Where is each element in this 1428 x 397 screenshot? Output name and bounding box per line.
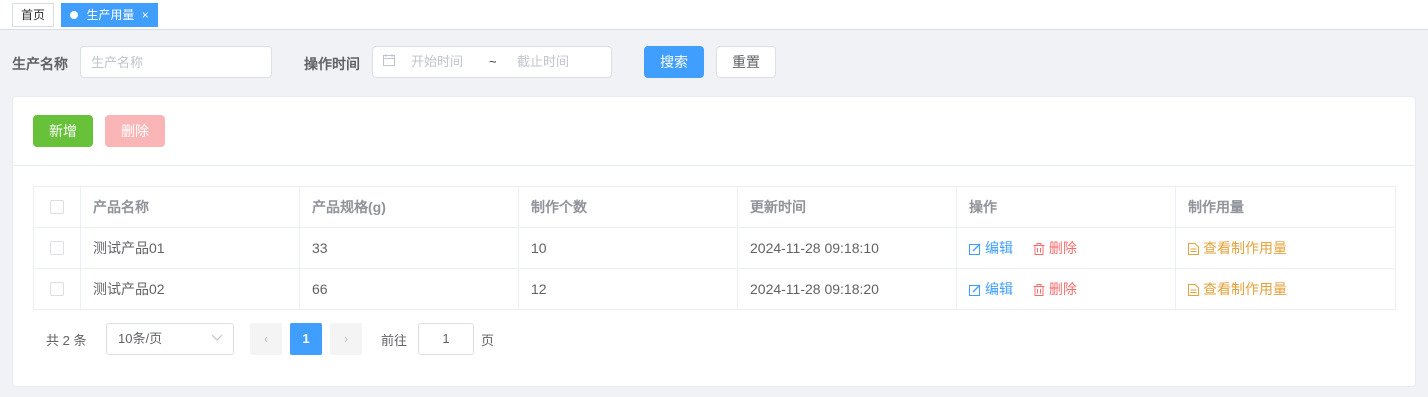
range-separator: ~ xyxy=(489,54,497,69)
goto-page-input[interactable]: 1 xyxy=(418,323,474,355)
tag-home-label: 首页 xyxy=(21,8,46,22)
edit-label: 编辑 xyxy=(985,281,1013,297)
row-select-cell xyxy=(34,228,81,268)
reset-button[interactable]: 重置 xyxy=(716,46,776,78)
add-button[interactable]: 新增 xyxy=(33,115,93,147)
tag-home[interactable]: 首页 xyxy=(12,3,55,27)
tag-production-usage[interactable]: 生产用量 × xyxy=(61,3,158,27)
view-usage-label: 查看制作用量 xyxy=(1203,240,1287,256)
active-dot-icon xyxy=(70,11,78,19)
trash-icon xyxy=(1033,243,1045,255)
header-product-spec: 产品规格(g) xyxy=(300,187,519,227)
row-checkbox[interactable] xyxy=(50,282,64,296)
time-label: 操作时间 xyxy=(304,56,360,72)
search-button[interactable]: 搜索 xyxy=(644,46,704,78)
calendar-icon xyxy=(383,47,395,77)
header-usage: 制作用量 xyxy=(1188,199,1244,215)
edit-link[interactable]: 编辑 xyxy=(969,240,1017,256)
edit-icon xyxy=(969,243,981,255)
tags-view-bar: 首页 生产用量 × xyxy=(0,0,1428,30)
table-row: 测试产品01 33 10 2024-11-28 09:18:10 编辑 删除 查… xyxy=(34,228,1395,269)
cell-actions: 编辑 删除 xyxy=(957,269,1176,309)
name-input[interactable] xyxy=(81,47,271,77)
start-time-input[interactable]: 开始时间 xyxy=(411,47,463,77)
cell-product-name: 测试产品02 xyxy=(81,269,300,309)
select-all-cell xyxy=(34,187,81,227)
close-icon[interactable]: × xyxy=(142,8,149,22)
cell-actions: 编辑 删除 xyxy=(957,228,1176,268)
cell-usage: 查看制作用量 xyxy=(1176,269,1395,309)
page-suffix: 页 xyxy=(481,333,495,348)
next-page-button[interactable]: › xyxy=(330,323,362,355)
header-updated: 更新时间 xyxy=(738,187,957,227)
cell-product-spec: 33 xyxy=(300,228,519,268)
delete-link[interactable]: 删除 xyxy=(1033,281,1077,297)
view-usage-link[interactable]: 查看制作用量 xyxy=(1188,281,1287,297)
pagination-total: 共 2 条 xyxy=(46,333,87,348)
page-size-value: 10条/页 xyxy=(118,331,163,346)
cell-count: 10 xyxy=(519,228,738,268)
cell-usage: 查看制作用量 xyxy=(1176,228,1395,268)
date-range-picker[interactable]: 开始时间 ~ 截止时间 xyxy=(372,46,612,78)
table-row: 测试产品02 66 12 2024-11-28 09:18:20 编辑 删除 查… xyxy=(34,269,1395,310)
tag-active-label: 生产用量 xyxy=(86,8,135,22)
edit-icon xyxy=(969,284,981,296)
row-checkbox[interactable] xyxy=(50,241,64,255)
delete-label: 删除 xyxy=(1048,281,1077,297)
goto-label: 前往 xyxy=(381,333,408,348)
view-usage-label: 查看制作用量 xyxy=(1203,281,1287,297)
data-table: 产品名称 产品规格(g) 制作个数 更新时间 操作 制作用量 测试产品01 33… xyxy=(33,186,1396,310)
document-icon xyxy=(1188,284,1199,296)
edit-link[interactable]: 编辑 xyxy=(969,281,1017,297)
trash-icon xyxy=(1033,284,1045,296)
view-usage-link[interactable]: 查看制作用量 xyxy=(1188,240,1287,256)
edit-label: 编辑 xyxy=(985,240,1013,256)
table-card: 新增 删除 产品名称 产品规格(g) 制作个数 更新时间 操作 制作用量 测试产… xyxy=(12,96,1416,387)
header-count: 制作个数 xyxy=(519,187,738,227)
card-divider xyxy=(13,165,1415,166)
cell-product-name: 测试产品01 xyxy=(81,228,300,268)
prev-page-button[interactable]: ‹ xyxy=(250,323,282,355)
cell-updated: 2024-11-28 09:18:10 xyxy=(738,228,957,268)
header-product-name: 产品名称 xyxy=(81,187,300,227)
row-select-cell xyxy=(34,269,81,309)
page-number-current[interactable]: 1 xyxy=(290,323,322,355)
batch-delete-button[interactable]: 删除 xyxy=(105,115,165,147)
end-time-input[interactable]: 截止时间 xyxy=(517,47,569,77)
cell-product-spec: 66 xyxy=(300,269,519,309)
name-input-wrapper xyxy=(80,46,272,78)
cell-updated: 2024-11-28 09:18:20 xyxy=(738,269,957,309)
page-size-select[interactable]: 10条/页 xyxy=(106,323,234,355)
cell-count: 12 xyxy=(519,269,738,309)
delete-link[interactable]: 删除 xyxy=(1033,240,1077,256)
document-icon xyxy=(1188,243,1199,255)
table-header-row: 产品名称 产品规格(g) 制作个数 更新时间 操作 制作用量 xyxy=(34,187,1395,228)
delete-label: 删除 xyxy=(1048,240,1077,256)
header-actions: 操作 xyxy=(957,187,1176,227)
name-label: 生产名称 xyxy=(12,56,68,72)
select-all-checkbox[interactable] xyxy=(50,200,64,214)
chevron-down-icon xyxy=(211,324,223,354)
